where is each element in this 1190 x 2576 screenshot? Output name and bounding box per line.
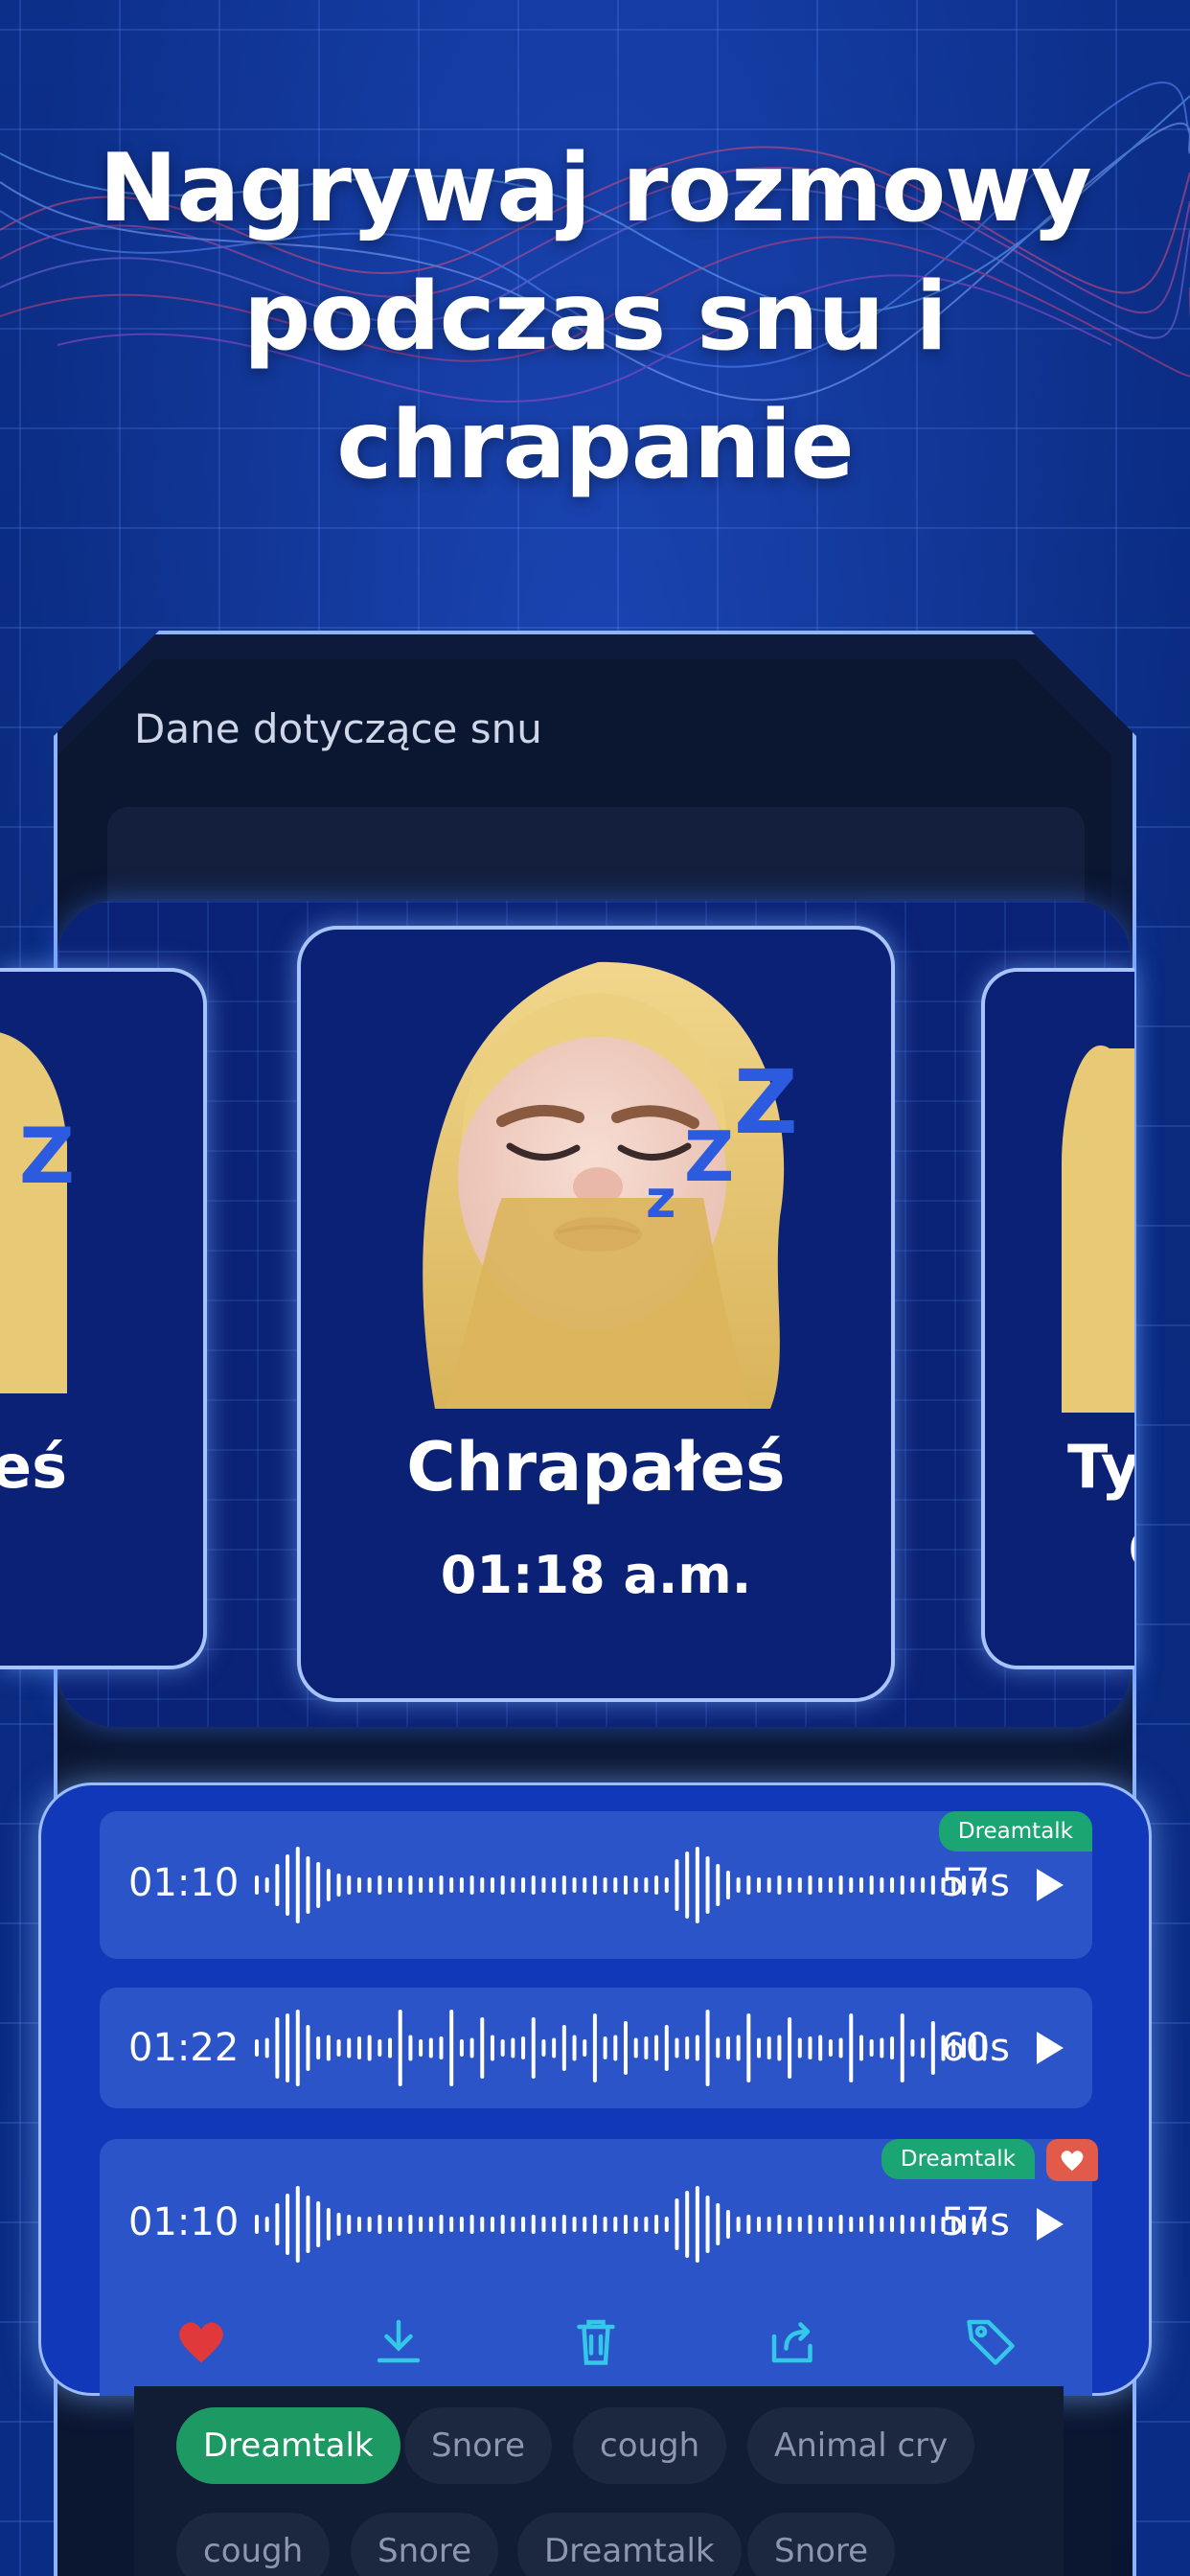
- play-icon[interactable]: [1037, 2032, 1064, 2064]
- memoji-sleeping-icon: [1062, 1046, 1134, 1413]
- recording-tag-badge: Dreamtalk: [938, 1811, 1092, 1852]
- svg-text:Z: Z: [734, 1051, 798, 1154]
- headline-line-3: chrapanie: [336, 391, 854, 500]
- recording-duration: 57s: [941, 2200, 1010, 2244]
- tag-chip-cough[interactable]: cough: [176, 2513, 331, 2576]
- recording-duration: 60s: [941, 2026, 1010, 2070]
- favorite-badge: [1046, 2139, 1098, 2181]
- tag-chip-snore[interactable]: Snore: [747, 2513, 896, 2576]
- tag-chip-dreamtalk[interactable]: Dreamtalk: [517, 2513, 742, 2576]
- recording-actions-bar: [100, 2295, 1092, 2381]
- trash-icon[interactable]: [567, 2312, 625, 2370]
- tag-chip-cough[interactable]: cough: [573, 2407, 727, 2484]
- waveform: [255, 2186, 987, 2263]
- carousel-card-left-label: eś: [0, 1432, 67, 1502]
- svg-text:z: z: [646, 1169, 675, 1230]
- tag-chip-animal-cry[interactable]: Animal cry: [747, 2407, 975, 2484]
- tag-chip-snore[interactable]: Snore: [351, 2513, 499, 2576]
- tag-chip-dreamtalk[interactable]: Dreamtalk: [176, 2407, 400, 2484]
- recording-duration: 57s: [941, 1861, 1010, 1905]
- memoji-sleeping-icon: z Z Z: [423, 961, 798, 1409]
- recording-row[interactable]: 01:22 60s: [100, 1988, 1092, 2108]
- carousel-card-main-label: Chrapałeś: [406, 1428, 786, 1506]
- recording-tag-badge: Dreamtalk: [881, 2139, 1035, 2179]
- download-icon[interactable]: [370, 2312, 427, 2370]
- tag-chip-snore[interactable]: Snore: [404, 2407, 553, 2484]
- svg-text:Z: Z: [19, 1112, 75, 1201]
- carousel-card-right[interactable]: Ty 0: [981, 968, 1134, 1669]
- headline-line-1: Nagrywaj rozmowy: [99, 134, 1091, 243]
- carousel-card-right-time: 0: [1129, 1524, 1134, 1577]
- tag-icon[interactable]: [962, 2312, 1019, 2370]
- headline: Nagrywaj rozmowy podczas snu i chrapanie: [0, 125, 1190, 510]
- carousel-card-main-time: 01:18 a.m.: [440, 1545, 752, 1605]
- heart-icon[interactable]: [172, 2312, 230, 2370]
- play-icon[interactable]: [1037, 2208, 1064, 2241]
- share-icon[interactable]: [765, 2312, 822, 2370]
- carousel-card-main[interactable]: z Z Z Chrapałeś 01:18 a.m.: [297, 926, 895, 1702]
- sleep-data-title: Dane dotyczące snu: [134, 705, 542, 752]
- heart-icon: [1061, 2150, 1084, 2172]
- recording-time: 01:22: [128, 2026, 240, 2070]
- carousel-card-right-label: Ty: [1067, 1432, 1134, 1502]
- waveform: [255, 1847, 987, 1923]
- recording-row[interactable]: 01:10 57s Dreamtalk: [100, 1811, 1092, 1959]
- recording-time: 01:10: [128, 2200, 240, 2244]
- recording-time: 01:10: [128, 1861, 240, 1905]
- memoji-sleeping-icon: Z: [0, 1032, 75, 1393]
- carousel-card-left[interactable]: Z eś: [0, 968, 207, 1669]
- headline-line-2: podczas snu i: [243, 263, 948, 372]
- play-icon[interactable]: [1037, 1869, 1064, 1901]
- waveform: [255, 2010, 987, 2086]
- svg-text:Z: Z: [684, 1116, 734, 1197]
